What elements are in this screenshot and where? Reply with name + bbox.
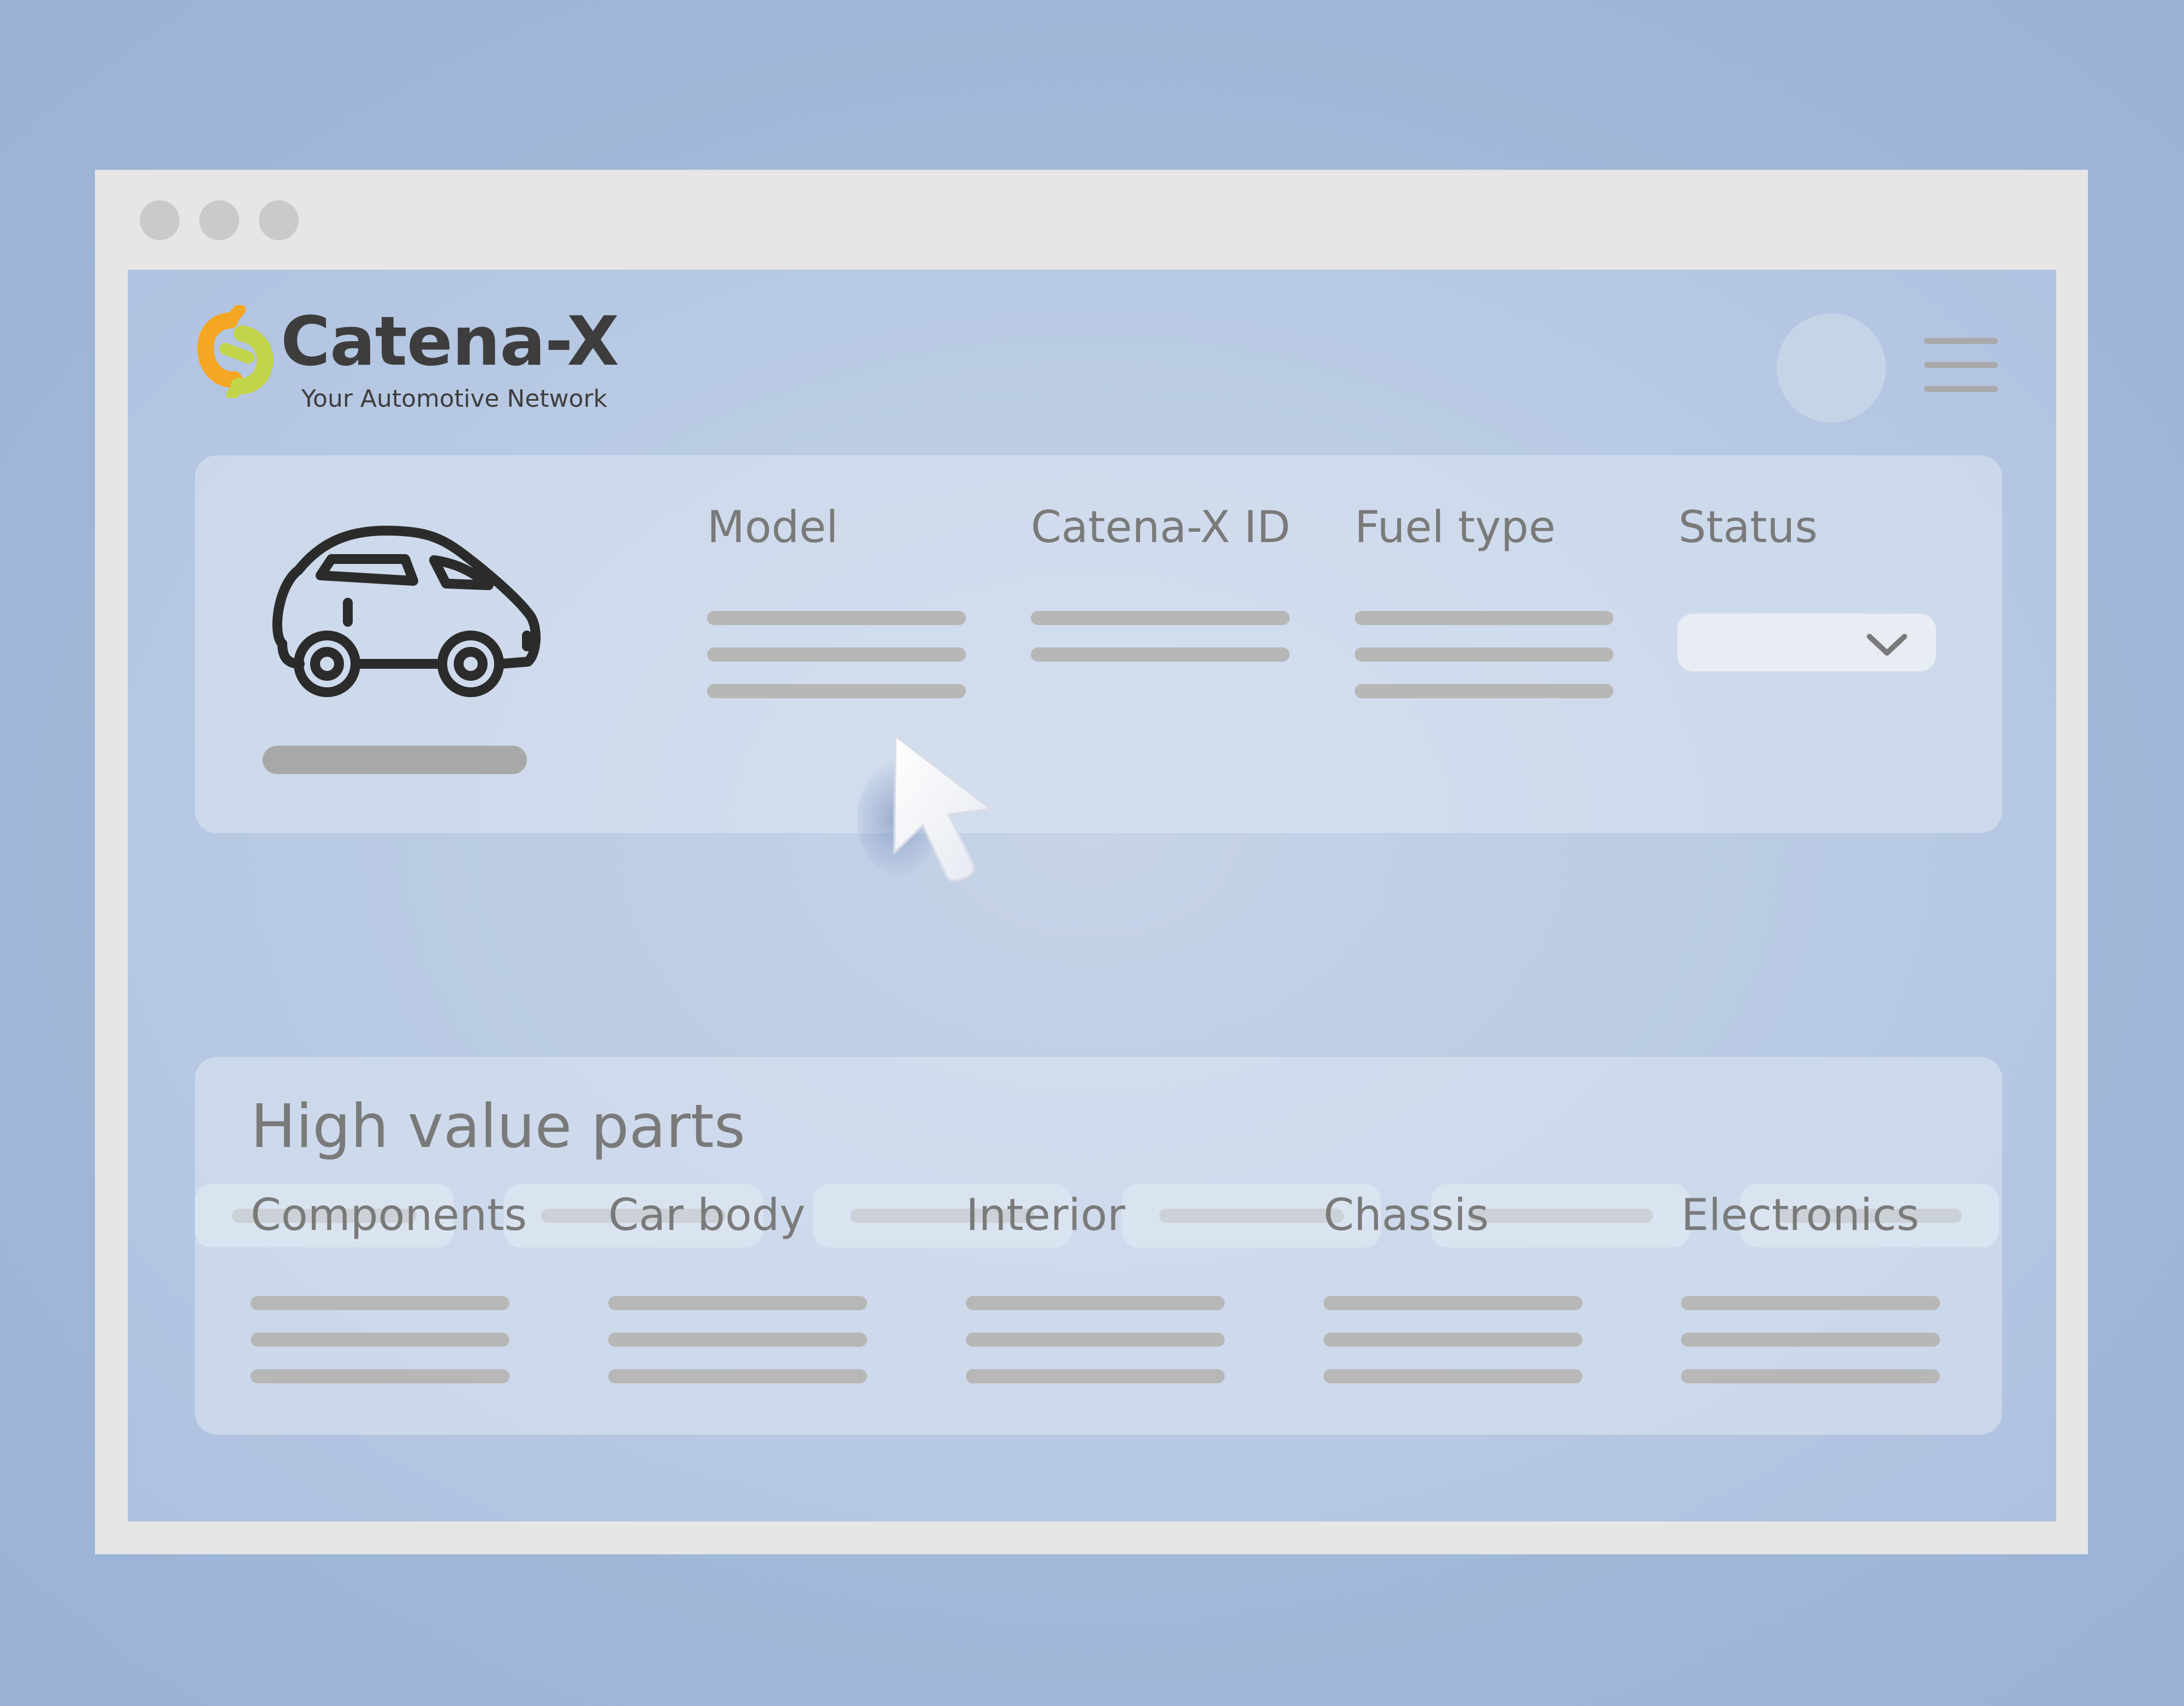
interior-value-line (966, 1333, 1225, 1347)
chassis-value-line (1324, 1296, 1582, 1310)
interior-label: Interior (966, 1190, 1125, 1240)
interior-value-line (966, 1296, 1225, 1310)
fuel-type-value-line (1355, 684, 1613, 698)
car-icon (272, 526, 541, 697)
catena-x-id-value-line (1031, 611, 1290, 625)
car-body-value-line (608, 1333, 867, 1347)
model-label: Model (707, 502, 839, 552)
components-value-line (251, 1369, 509, 1383)
fuel-type-label: Fuel type (1355, 502, 1556, 552)
chevron-down-icon (1867, 634, 1907, 656)
car-body-value-line (608, 1369, 867, 1383)
components-value-line (251, 1333, 509, 1347)
catena-x-logo-icon (197, 305, 274, 398)
electronics-value-line (1681, 1369, 1940, 1383)
car-body-value-line (608, 1296, 867, 1310)
fuel-type-value-line (1355, 647, 1613, 662)
window-maximize-dot[interactable] (259, 200, 299, 240)
brand-name: Catena-X (281, 302, 619, 381)
browser-window: Catena-X Your Automotive Network Model C… (95, 170, 2088, 1554)
model-value-line (707, 611, 966, 625)
catena-x-id-value-line (1031, 647, 1290, 662)
high-value-parts-panel: High value parts Components Car body Int… (195, 1057, 2002, 1435)
user-avatar[interactable] (1777, 313, 1886, 423)
hamburger-menu-icon[interactable] (1924, 338, 2001, 393)
fuel-type-value-line (1355, 611, 1613, 625)
components-label: Components (251, 1190, 527, 1240)
window-close-dot[interactable] (140, 200, 180, 240)
chassis-value-line (1324, 1369, 1582, 1383)
window-minimize-dot[interactable] (199, 200, 239, 240)
catena-x-id-label: Catena-X ID (1031, 502, 1291, 552)
chassis-label: Chassis (1324, 1190, 1489, 1240)
status-dropdown[interactable] (1677, 614, 1936, 671)
electronics-value-line (1681, 1296, 1940, 1310)
mouse-cursor-icon (857, 735, 992, 882)
parts-title: High value parts (251, 1091, 746, 1161)
chassis-value-line (1324, 1333, 1582, 1347)
vehicle-name-placeholder (263, 746, 527, 774)
vehicle-details-panel: Model Catena-X ID Fuel type Status (195, 455, 2002, 833)
model-value-line (707, 684, 966, 698)
app-viewport: Catena-X Your Automotive Network Model C… (128, 270, 2056, 1521)
interior-value-line (966, 1369, 1225, 1383)
components-value-line (251, 1296, 509, 1310)
model-value-line (707, 647, 966, 662)
electronics-label: Electronics (1681, 1190, 1920, 1240)
electronics-value-line (1681, 1333, 1940, 1347)
brand-tagline: Your Automotive Network (301, 385, 608, 413)
status-label: Status (1678, 502, 1818, 552)
car-body-label: Car body (608, 1190, 806, 1240)
